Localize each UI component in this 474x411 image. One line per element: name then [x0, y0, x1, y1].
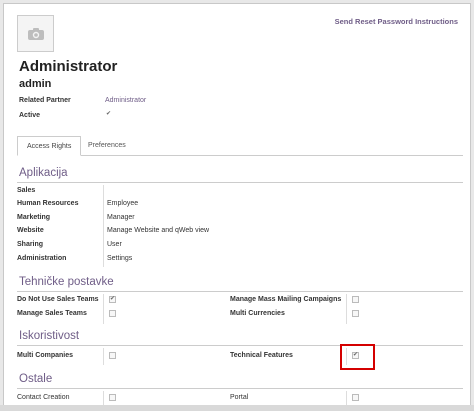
column-separator: [103, 348, 104, 365]
app-value-administration[interactable]: Settings: [107, 255, 132, 262]
setting-label-mass-mailing: Manage Mass Mailing Campaigns: [230, 296, 342, 303]
setting-checkbox-manage-sales-teams[interactable]: [109, 310, 116, 317]
horizontal-scrollbar[interactable]: [0, 405, 474, 411]
setting-checkbox-mass-mailing[interactable]: [352, 296, 359, 303]
camera-icon: [27, 27, 44, 40]
app-value-website[interactable]: Manage Website and qWeb view: [107, 227, 209, 234]
section-divider: [17, 388, 463, 389]
setting-label-manage-sales-teams: Manage Sales Teams: [17, 310, 87, 317]
send-reset-password-link[interactable]: Send Reset Password Instructions: [335, 17, 458, 26]
section-title-other: Ostale: [19, 373, 53, 385]
section-title-apps: Aplikacija: [19, 167, 68, 179]
setting-checkbox-multi-currencies[interactable]: [352, 310, 359, 317]
active-checkbox[interactable]: ✔: [105, 111, 112, 119]
app-value-marketing[interactable]: Manager: [107, 214, 135, 221]
setting-label-multi-companies: Multi Companies: [17, 352, 74, 359]
app-label-hr: Human Resources: [17, 200, 79, 207]
app-label-marketing: Marketing: [17, 214, 51, 221]
app-value-sharing[interactable]: User: [107, 241, 122, 248]
app-value-hr[interactable]: Employee: [107, 200, 138, 207]
related-partner-link[interactable]: Administrator: [105, 97, 146, 104]
app-label-sharing: Sharing: [17, 241, 44, 248]
setting-checkbox-no-sales-teams[interactable]: ✔: [109, 296, 116, 303]
section-title-technical: Tehničke postavke: [19, 276, 114, 288]
column-separator: [103, 294, 104, 324]
setting-checkbox-multi-companies[interactable]: [109, 352, 116, 359]
section-divider: [17, 182, 463, 183]
section-divider: [17, 291, 463, 292]
tab-access-rights[interactable]: Access Rights: [17, 136, 82, 156]
app-label-administration: Administration: [17, 255, 67, 262]
login-name: admin: [19, 78, 52, 90]
setting-label-technical-features: Technical Features: [230, 352, 293, 359]
setting-label-contact-creation: Contact Creation: [17, 394, 70, 401]
tab-preferences[interactable]: Preferences: [79, 136, 135, 156]
setting-label-portal: Portal: [230, 394, 249, 401]
setting-checkbox-portal[interactable]: [352, 394, 359, 401]
related-partner-label: Related Partner: [19, 97, 71, 104]
column-separator: [103, 185, 104, 267]
section-divider: [17, 345, 463, 346]
page-title: Administrator: [19, 58, 118, 75]
app-label-sales: Sales: [17, 187, 36, 194]
avatar[interactable]: [17, 15, 54, 52]
active-label: Active: [19, 112, 41, 119]
setting-label-no-sales-teams: Do Not Use Sales Teams: [17, 296, 99, 303]
setting-checkbox-contact-creation[interactable]: [109, 394, 116, 401]
highlight-box: [340, 344, 375, 370]
setting-label-multi-currencies: Multi Currencies: [230, 310, 285, 317]
column-separator: [346, 294, 347, 324]
tab-bar: Access Rights Preferences: [17, 134, 463, 156]
app-label-website: Website: [17, 227, 44, 234]
user-form-sheet: Send Reset Password Instructions Adminis…: [3, 3, 471, 411]
section-title-usability: Iskoristivost: [19, 330, 80, 342]
